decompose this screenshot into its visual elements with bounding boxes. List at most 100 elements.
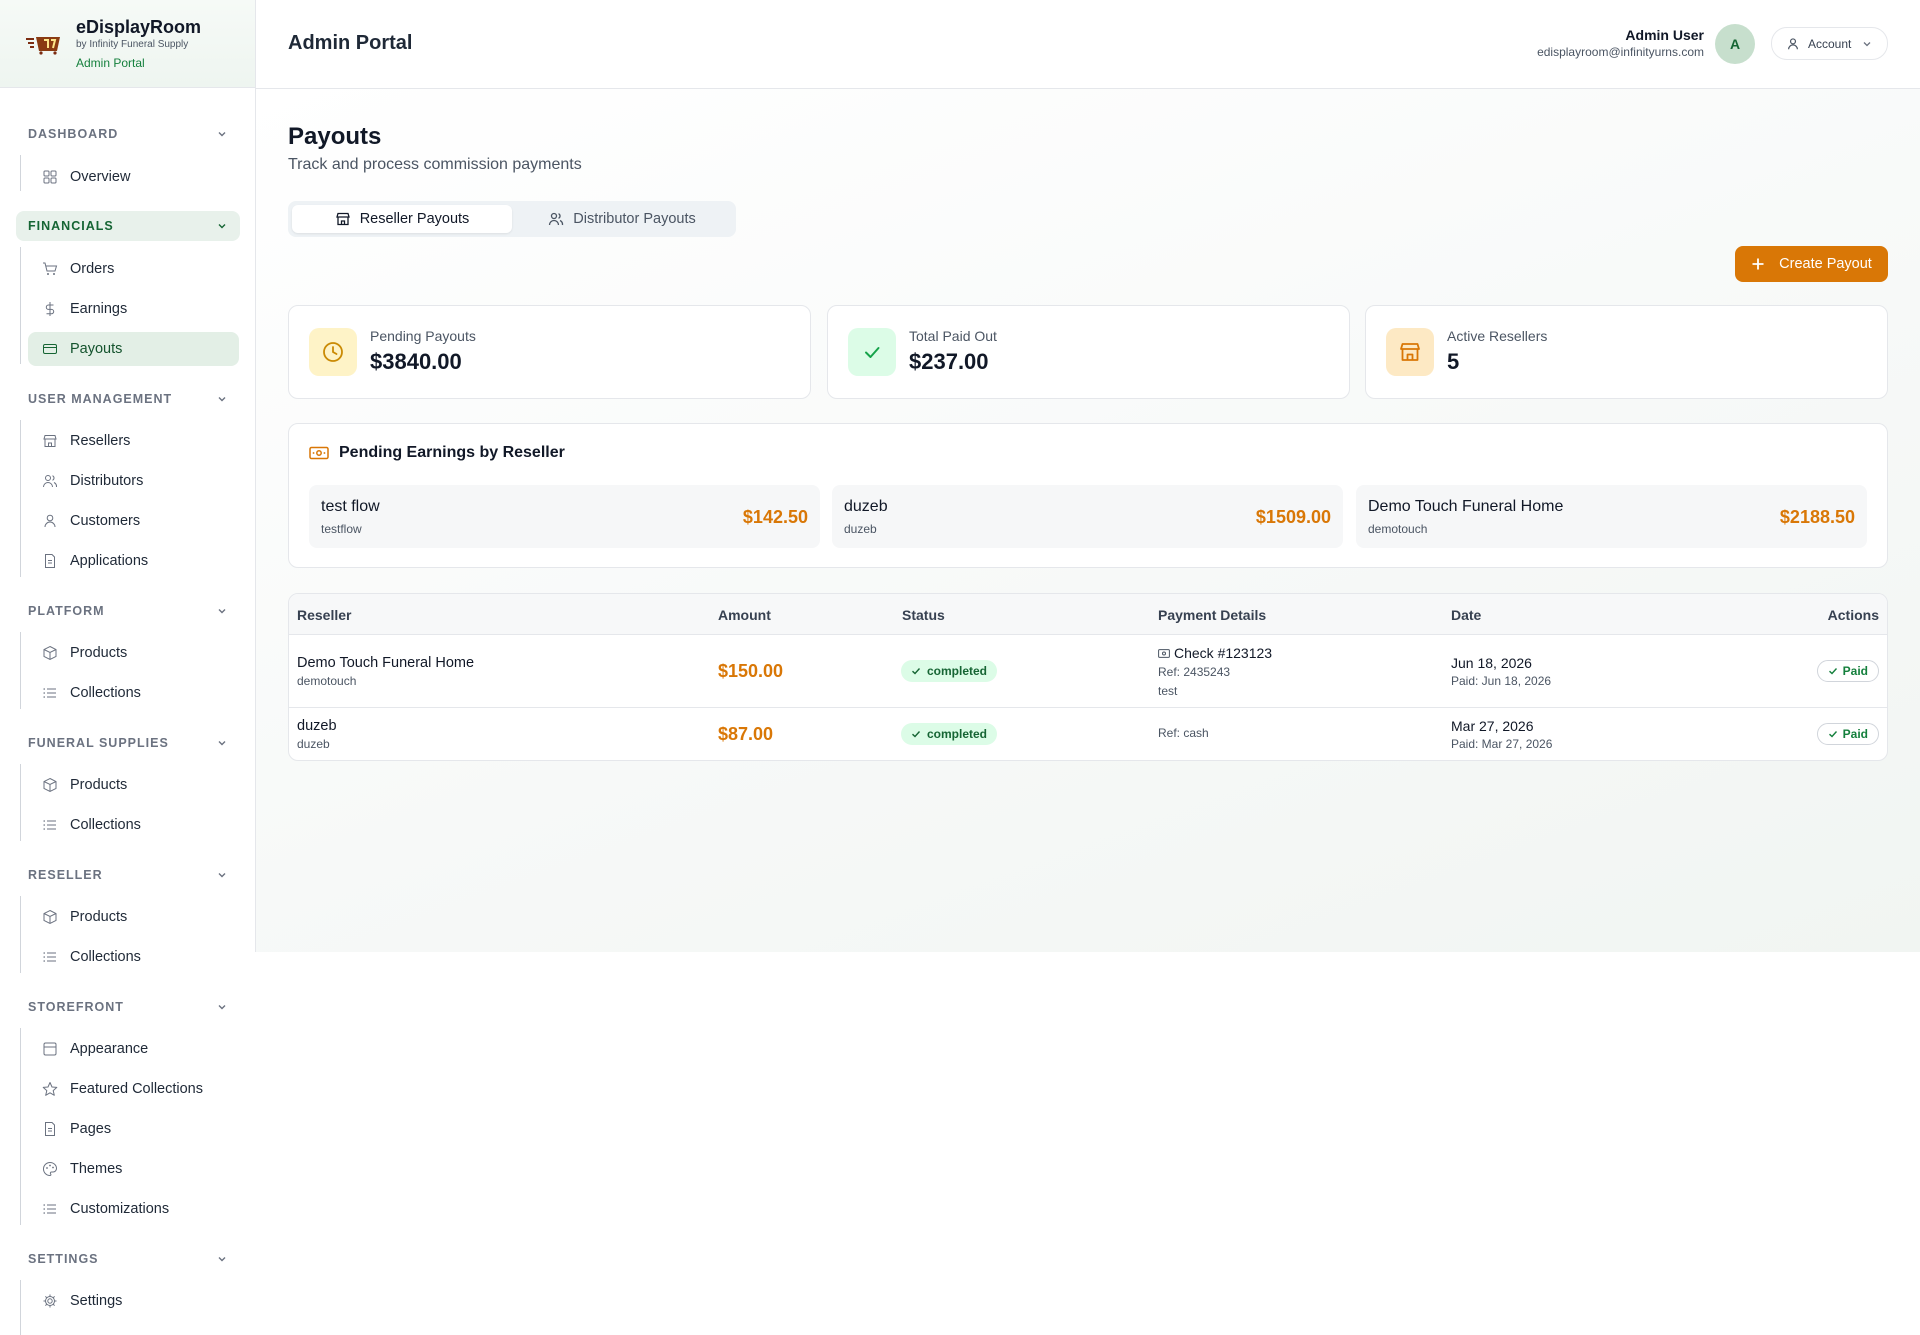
- list-icon: [43, 820, 56, 830]
- main-content: Payouts Track and process commission pay…: [256, 89, 1920, 952]
- sidebar-item-orders[interactable]: Orders: [28, 252, 239, 286]
- nav-group-funeral-supplies[interactable]: FUNERAL SUPPLIES: [16, 728, 240, 758]
- check-icon: [848, 328, 896, 376]
- payment-details-cell: Check #123123 Ref: 2435243 test: [1158, 645, 1272, 698]
- sidebar-item-platform-collections[interactable]: Collections: [28, 676, 239, 710]
- sidebar-item-resellers[interactable]: Resellers: [28, 424, 239, 458]
- pending-earnings-title: Pending Earnings by Reseller: [339, 444, 565, 461]
- sidebar-item-platform-products[interactable]: Products: [28, 636, 239, 670]
- check-icon: [1828, 668, 1837, 675]
- chevron-down-icon: [218, 132, 226, 137]
- reseller-name: Demo Touch Funeral Home: [297, 655, 475, 671]
- paid-button[interactable]: Paid: [1816, 660, 1879, 682]
- actions-cell: Paid: [1816, 723, 1879, 745]
- nav-group-platform[interactable]: PLATFORM: [16, 596, 240, 626]
- nav-group-storefront[interactable]: STOREFRONT: [16, 992, 240, 1022]
- credit-card-icon: [43, 344, 57, 354]
- avatar[interactable]: A: [1715, 24, 1755, 64]
- stat-value: $237.00: [909, 349, 989, 374]
- stat-card-pending-payouts: Pending Payouts $3840.00: [288, 305, 811, 399]
- user-icon: [44, 514, 56, 528]
- column-header-reseller: Reseller: [297, 607, 352, 623]
- grid-icon: [43, 170, 57, 184]
- sidebar-item-label: Collections: [70, 949, 141, 965]
- sidebar-item-label: Resellers: [70, 433, 131, 449]
- file-icon: [45, 1122, 55, 1136]
- nav-group-financials[interactable]: FINANCIALS: [16, 211, 240, 241]
- nav-group-dashboard[interactable]: DASHBOARD: [16, 119, 240, 149]
- sidebar-item-reseller-collections[interactable]: Collections: [28, 940, 239, 974]
- page-title: Payouts: [288, 123, 382, 150]
- sidebar-item-customizations[interactable]: Customizations: [28, 1192, 239, 1226]
- sidebar-item-featured-collections[interactable]: Featured Collections: [28, 1072, 239, 1106]
- chevron-down-icon: [218, 1257, 226, 1262]
- reseller-name: test flow: [321, 498, 380, 515]
- pending-earning-item[interactable]: test flow testflow $142.50: [309, 485, 820, 548]
- paid-button[interactable]: Paid: [1816, 723, 1879, 745]
- table-row[interactable]: duzeb duzeb $87.00 completed Ref: cash M…: [289, 708, 1887, 760]
- tab-reseller-payouts[interactable]: Reseller Payouts: [292, 205, 512, 233]
- reseller-cell: duzeb duzeb: [297, 718, 337, 751]
- date-cell: Jun 18, 2026 Paid: Jun 18, 2026: [1451, 655, 1551, 688]
- check-icon: [912, 731, 921, 738]
- sidebar-item-settings[interactable]: Settings: [28, 1284, 239, 1318]
- brand-header[interactable]: eDisplayRoom by Infinity Funeral Supply …: [0, 0, 255, 88]
- nav-group-label: FINANCIALS: [28, 219, 114, 233]
- store-icon: [43, 435, 57, 447]
- nav-group-reseller[interactable]: RESELLER: [16, 860, 240, 890]
- status-text: completed: [927, 727, 988, 741]
- sidebar-item-reseller-products[interactable]: Products: [28, 900, 239, 934]
- account-label: Account: [1808, 36, 1852, 51]
- sidebar-item-label: Customers: [70, 513, 141, 529]
- account-menu-button[interactable]: Account: [1771, 27, 1888, 60]
- chevron-down-icon: [218, 1005, 226, 1010]
- tab-label: Distributor Payouts: [573, 211, 696, 227]
- cart-icon: [43, 262, 58, 275]
- table-row[interactable]: Demo Touch Funeral Home demotouch $150.0…: [289, 635, 1887, 708]
- sidebar-item-label: Featured Collections: [70, 1081, 203, 1097]
- sidebar-item-earnings[interactable]: Earnings: [28, 292, 239, 326]
- payout-tabs: Reseller Payouts Distributor Payouts: [288, 201, 736, 237]
- sidebar-item-funeral-products[interactable]: Products: [28, 768, 239, 802]
- nav-rail: [20, 1280, 21, 1335]
- payout-date: Jun 18, 2026: [1451, 655, 1532, 671]
- nav-group-label: USER MANAGEMENT: [28, 392, 173, 406]
- chevron-down-icon: [1863, 41, 1871, 46]
- status-text: completed: [927, 664, 988, 678]
- nav-rail: [20, 632, 21, 709]
- sidebar-item-label: Settings: [70, 1293, 123, 1309]
- chevron-down-icon: [218, 741, 226, 746]
- pending-earnings-card: Pending Earnings by Reseller test flow t…: [288, 423, 1888, 568]
- pending-amount: $1509.00: [1255, 507, 1331, 527]
- sidebar-item-applications[interactable]: Applications: [28, 544, 239, 578]
- payout-amount: $87.00: [718, 724, 774, 744]
- status-badge: completed: [901, 660, 998, 682]
- store-icon: [1386, 328, 1434, 376]
- nav-group-settings[interactable]: SETTINGS: [16, 1244, 240, 1274]
- tab-distributor-payouts[interactable]: Distributor Payouts: [512, 205, 732, 233]
- pending-earning-item[interactable]: Demo Touch Funeral Home demotouch $2188.…: [1356, 485, 1867, 548]
- nav-group-user-management[interactable]: USER MANAGEMENT: [16, 384, 240, 414]
- user-info: Admin User edisplayroom@infinityurns.com: [1537, 26, 1704, 60]
- store-icon: [335, 212, 350, 226]
- sidebar-item-customers[interactable]: Customers: [28, 504, 239, 538]
- sidebar-item-funeral-collections[interactable]: Collections: [28, 808, 239, 842]
- sidebar-item-label: Distributors: [70, 473, 144, 489]
- chevron-down-icon: [218, 397, 226, 402]
- sidebar-item-label: Applications: [70, 553, 149, 569]
- sidebar-item-distributors[interactable]: Distributors: [28, 464, 239, 498]
- create-payout-button[interactable]: Create Payout: [1735, 246, 1888, 282]
- nav-rail: [20, 155, 21, 191]
- sidebar-item-pages[interactable]: Pages: [28, 1112, 239, 1146]
- sidebar-item-overview[interactable]: Overview: [28, 160, 239, 194]
- sidebar-item-payouts[interactable]: Payouts: [28, 332, 239, 366]
- column-header-amount: Amount: [718, 607, 771, 623]
- pending-earning-item[interactable]: duzeb duzeb $1509.00: [832, 485, 1343, 548]
- sidebar-item-themes[interactable]: Themes: [28, 1152, 239, 1186]
- nav-rail: [20, 1028, 21, 1225]
- users-icon: [43, 475, 57, 488]
- sidebar-item-label: Products: [70, 645, 128, 661]
- nav-group-label: SETTINGS: [28, 1252, 99, 1266]
- nav-rail: [20, 764, 21, 841]
- sidebar-item-appearance[interactable]: Appearance: [28, 1032, 239, 1066]
